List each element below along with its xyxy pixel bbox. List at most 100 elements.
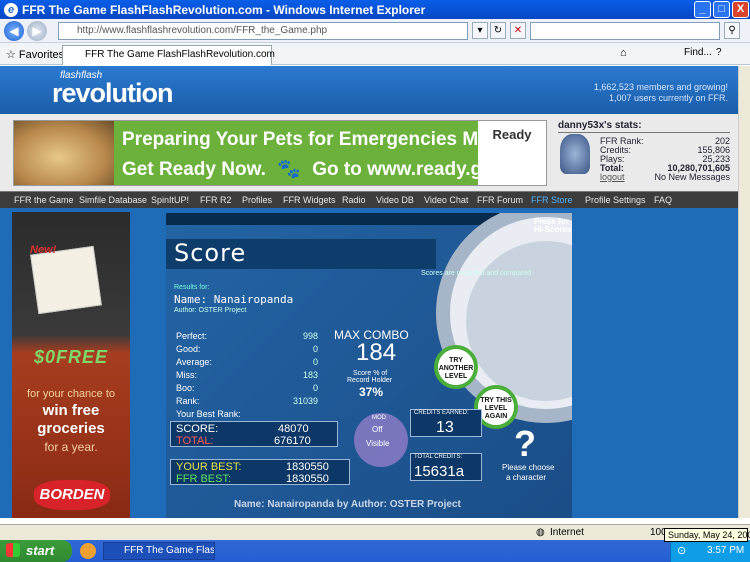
your-best-label: YOUR BEST:: [176, 461, 242, 473]
ad-text2: win free: [42, 402, 100, 419]
nav-item-active[interactable]: FFR Store: [531, 195, 573, 205]
nav-item[interactable]: FFR R2: [200, 195, 232, 205]
total-credits-value: 15631a: [414, 463, 465, 480]
character-question[interactable]: ?: [514, 423, 536, 465]
address-bar[interactable]: http://www.flashflashrevolution.com/FFR_…: [58, 22, 468, 40]
judge-label: Boo:: [176, 383, 195, 393]
network-icon[interactable]: ⊙: [677, 544, 686, 557]
taskbar-item-label: FFR The Game FlashF...: [124, 545, 215, 556]
page-viewport: flashflash revolution 1,662,523 members …: [0, 66, 738, 518]
close-button[interactable]: X: [732, 1, 749, 18]
judge-value: 0: [312, 357, 318, 367]
start-button[interactable]: start: [0, 540, 72, 562]
nav-item[interactable]: Radio: [342, 195, 366, 205]
home-icon[interactable]: ⌂: [620, 47, 627, 59]
game-panel[interactable]: Score Press for Hi-Scores Scores are rec…: [166, 213, 572, 518]
windows-logo-icon: [6, 543, 20, 557]
stats-title: danny53x's stats:: [558, 120, 730, 133]
members-line2: 1,007 users currently on FFR.: [608, 93, 728, 103]
taskbar: start FFR The Game FlashF... ⊙ 3:57 PM: [0, 540, 750, 562]
score-label: SCORE:: [176, 423, 219, 435]
judge-label: Miss:: [176, 370, 197, 380]
credits-earned-label: CREDITS EARNED:: [414, 410, 469, 416]
system-tray: ⊙ 3:57 PM: [670, 540, 750, 562]
try-another-level-button[interactable]: TRY ANOTHER LEVEL: [434, 345, 478, 389]
nav-item[interactable]: Simfile Database: [79, 195, 147, 205]
window-title: FFR The Game FlashFlashRevolution.com - …: [22, 3, 426, 17]
member-count: 1,662,523 members and growing! 1,007 use…: [594, 82, 728, 104]
total-credits-label: TOTAL CREDITS:: [414, 454, 463, 460]
nav-item[interactable]: FFR Forum: [477, 195, 523, 205]
back-button[interactable]: ◀: [4, 21, 24, 41]
ffr-best-value: 1830550: [286, 473, 329, 485]
search-input[interactable]: [530, 22, 720, 40]
song-author: Author: OSTER Project: [174, 307, 247, 314]
free-label: $0FREE: [34, 347, 109, 367]
zone-label: Internet: [550, 527, 584, 538]
find-label[interactable]: Find...: [684, 47, 712, 58]
maximize-button[interactable]: □: [713, 1, 730, 18]
status-bar: ◍ Internet 100%: [0, 524, 750, 540]
score-value: 48070: [278, 423, 309, 435]
nav-item[interactable]: Profile Settings: [585, 195, 646, 205]
player-name: Name: Nanairopanda: [174, 293, 294, 306]
vertical-scrollbar[interactable]: [738, 66, 750, 518]
ad-banner[interactable]: Preparing Your Pets for Emergencies Make…: [13, 120, 547, 186]
judge-value: 183: [302, 370, 318, 380]
site-nav: FFR the Game Simfile Database SpinItUP! …: [0, 191, 738, 208]
tab-title: FFR The Game FlashFlashRevolution.com: [85, 49, 275, 60]
ad-line2: Get Ready Now. 🐾 Go to www.ready.gov: [122, 157, 504, 181]
record-label2: Record Holder: [347, 377, 393, 384]
nav-item[interactable]: FAQ: [654, 195, 672, 205]
side-ad[interactable]: New! $0FREE for your chance to win free …: [12, 212, 130, 518]
stats-row: FFR Rank: 202: [600, 136, 730, 146]
score-title: Score: [174, 239, 247, 267]
site-logo[interactable]: flashflash revolution: [52, 70, 174, 108]
favorites-button[interactable]: ☆ Favorites: [6, 48, 64, 61]
hi-scores-button[interactable]: Hi-Scores: [534, 225, 571, 234]
ad-row: Preparing Your Pets for Emergencies Make…: [0, 114, 738, 191]
judge-label: Good:: [176, 344, 201, 354]
minimize-button[interactable]: _: [694, 1, 711, 18]
clock[interactable]: 3:57 PM: [707, 545, 744, 556]
help-icon[interactable]: ?: [716, 47, 722, 58]
ffr-best-label: FFR BEST:: [176, 473, 232, 485]
judge-value: 998: [302, 331, 318, 341]
logo-bottom: revolution: [52, 78, 174, 108]
mod-visible: Visible: [366, 439, 390, 448]
nav-item[interactable]: SpinItUP!: [151, 195, 189, 205]
stats-row: Credits: 155,806: [600, 145, 730, 155]
judge-label: Rank:: [176, 396, 200, 406]
search-icon[interactable]: ⚲: [724, 22, 740, 39]
stop-icon[interactable]: ✕: [510, 22, 526, 39]
dog-photo: [14, 121, 114, 185]
judge-value: 31039: [292, 396, 318, 406]
results-for: Results for:: [174, 284, 210, 291]
forward-button[interactable]: ▶: [27, 21, 47, 41]
ie-icon: e: [4, 3, 18, 17]
ready-badge: Ready: [478, 121, 546, 185]
your-best-value: 1830550: [286, 461, 329, 473]
nav-item[interactable]: Profiles: [242, 195, 272, 205]
refresh-icon[interactable]: ↻: [490, 22, 506, 39]
game-footer: Name: Nanairopanda by Author: OSTER Proj…: [234, 499, 461, 510]
ad-line2b: Go to www.ready.gov: [312, 159, 505, 180]
nav-item[interactable]: Video Chat: [424, 195, 468, 205]
mod-label: MOD: [372, 415, 386, 421]
product-image: [30, 245, 102, 315]
browser-tab[interactable]: FFR The Game FlashFlashRevolution.com: [62, 45, 275, 65]
title-bar: e FFR The Game FlashFlashRevolution.com …: [0, 0, 750, 19]
logout-link[interactable]: logout: [600, 172, 625, 182]
favorites-label: Favorites: [18, 49, 65, 61]
messages-link[interactable]: No New Messages: [654, 172, 730, 182]
nav-item[interactable]: FFR Widgets: [283, 195, 336, 205]
nav-item[interactable]: Video DB: [376, 195, 414, 205]
browser-toolbar: ◀ ▶ http://www.flashflashrevolution.com/…: [0, 19, 750, 43]
quicklaunch-icon[interactable]: [80, 543, 96, 559]
recorded-note: Scores are recorded and compared: [421, 270, 532, 277]
dropdown-icon[interactable]: ▾: [472, 22, 488, 39]
ad-text1: for your chance to: [26, 388, 116, 400]
nav-item[interactable]: FFR the Game: [14, 195, 74, 205]
site-header: flashflash revolution 1,662,523 members …: [0, 66, 738, 114]
taskbar-item[interactable]: FFR The Game FlashF...: [103, 542, 215, 560]
